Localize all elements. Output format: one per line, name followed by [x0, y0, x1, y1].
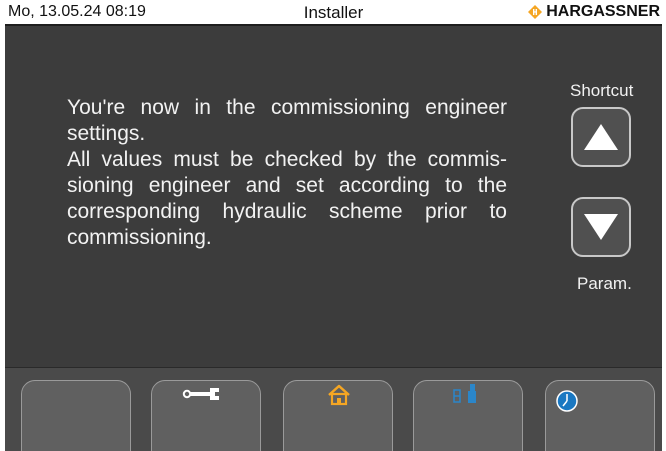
- status-bar: Mo, 13.05.24 08:19 Installer HARGASSNER: [5, 0, 662, 26]
- message-line-1: You're now in the commissioning engineer…: [67, 96, 507, 145]
- arrow-up-icon: [584, 124, 618, 150]
- param-label: Param.: [577, 274, 632, 293]
- info-message: You're now in the commissioning engineer…: [67, 95, 507, 251]
- scroll-up-button[interactable]: [571, 107, 631, 167]
- tab-time-program[interactable]: [545, 380, 655, 451]
- clock-icon: [556, 390, 578, 412]
- brand-name: HARGASSNER: [546, 3, 660, 20]
- scroll-down-button[interactable]: [571, 197, 631, 257]
- shortcut-label: Shortcut: [570, 81, 634, 100]
- hargassner-logo-icon: [528, 5, 543, 19]
- message-line-2: All values must be checked by the commis…: [67, 148, 507, 249]
- brand-logo: HARGASSNER: [528, 3, 660, 21]
- heating-system-icon: [453, 384, 476, 403]
- installer-screen: Mo, 13.05.24 08:19 Installer HARGASSNER …: [5, 0, 662, 451]
- tab-empty[interactable]: [21, 380, 131, 451]
- wrench-icon: [182, 388, 219, 400]
- tab-home[interactable]: [283, 380, 393, 451]
- tab-heating-system[interactable]: [413, 380, 523, 451]
- tab-service[interactable]: [151, 380, 261, 451]
- arrow-down-icon: [584, 214, 618, 240]
- bottom-tab-bar: [5, 367, 662, 451]
- home-icon: [328, 384, 350, 406]
